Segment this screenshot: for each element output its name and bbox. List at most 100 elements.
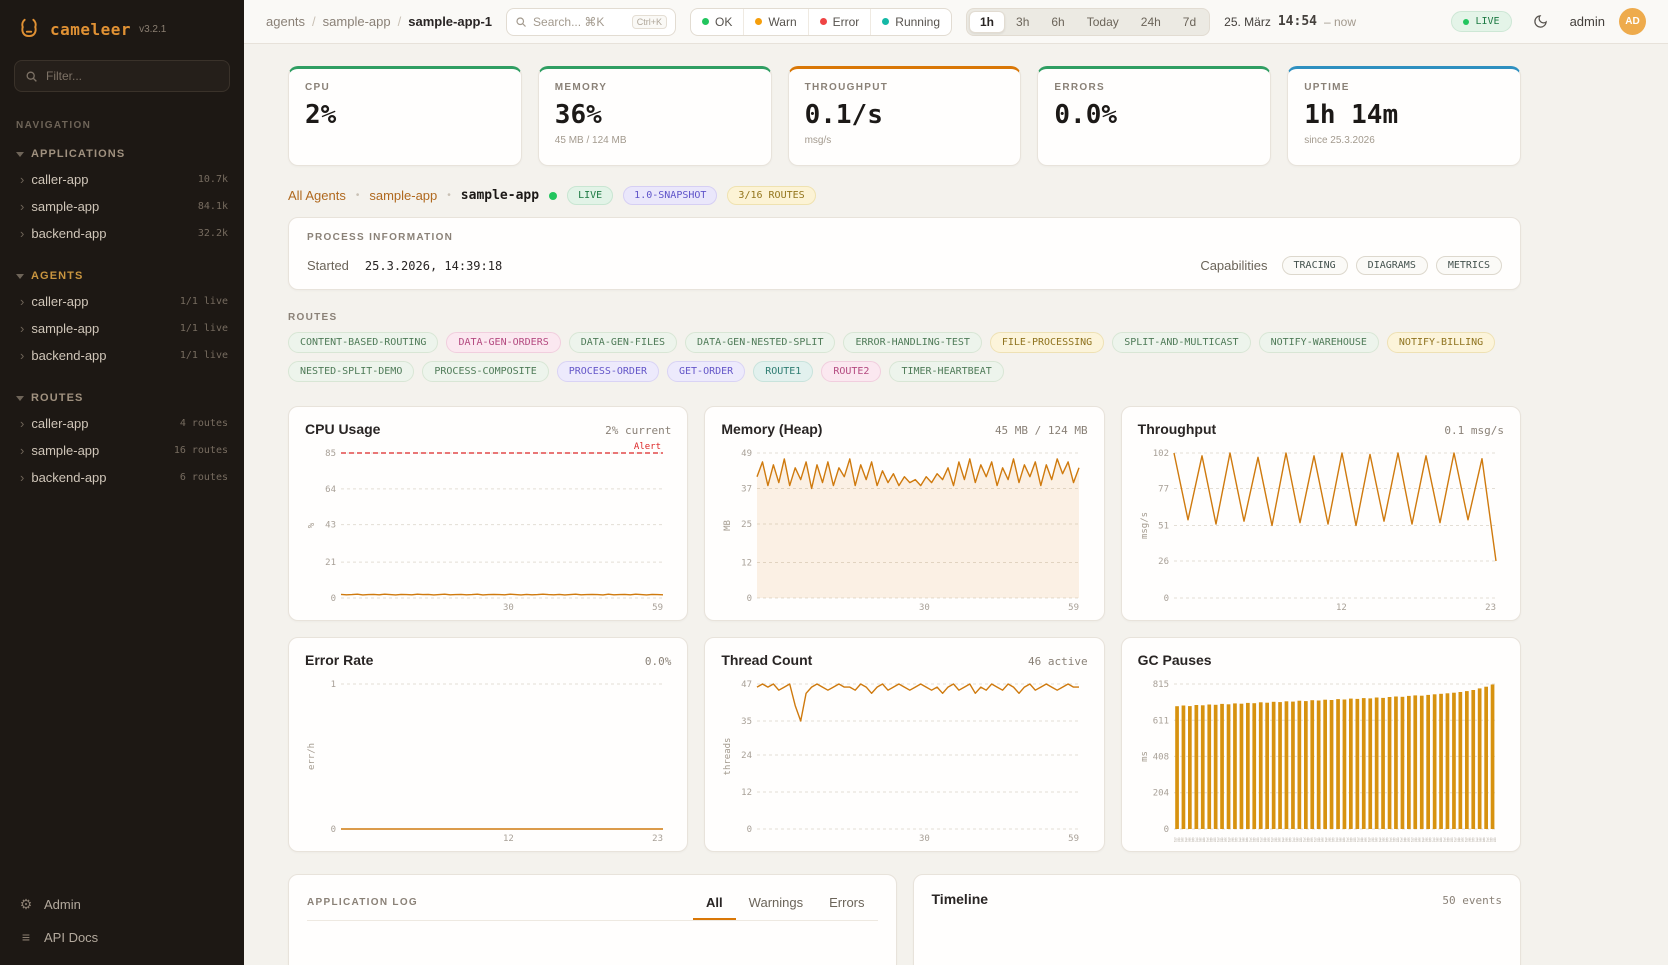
stat-sublabel: msg/s: [805, 135, 1005, 146]
global-search[interactable]: Search... ⌘K Ctrl+K: [506, 8, 676, 36]
status-filter-error[interactable]: Error: [808, 9, 871, 35]
breadcrumb-item-sample-app[interactable]: sample-app: [323, 14, 391, 29]
sidebar-item-caller-app[interactable]: ›caller-app1/1 live: [0, 288, 244, 315]
svg-text:threads: threads: [723, 738, 733, 776]
route-pill-route2[interactable]: ROUTE2: [821, 361, 881, 382]
route-pill-data-gen-orders[interactable]: DATA-GEN-ORDERS: [446, 332, 560, 353]
svg-text:59: 59: [1068, 834, 1079, 844]
sidebar-item-backend-app[interactable]: ›backend-app32.2k: [0, 220, 244, 247]
svg-text:59: 59: [652, 603, 663, 613]
sidebar-filter-input[interactable]: [46, 69, 219, 83]
log-tab-all[interactable]: All: [693, 889, 736, 920]
route-pill-data-gen-files[interactable]: DATA-GEN-FILES: [569, 332, 677, 353]
moon-icon: [1533, 14, 1548, 29]
live-indicator[interactable]: LIVE: [1451, 11, 1511, 32]
chevron-right-icon: ›: [20, 295, 24, 308]
breadcrumb-item-agents[interactable]: agents: [266, 14, 305, 29]
section-label: APPLICATIONS: [31, 148, 125, 160]
chevron-right-icon: ›: [20, 227, 24, 240]
route-pill-notify-billing[interactable]: NOTIFY-BILLING: [1387, 332, 1495, 353]
time-range-label: 25. März 14:54 – now: [1224, 14, 1356, 29]
time-range-3h[interactable]: 3h: [1005, 11, 1040, 33]
time-range-24h[interactable]: 24h: [1130, 11, 1172, 33]
route-pill-timer-heartbeat[interactable]: TIMER-HEARTBEAT: [889, 361, 1003, 382]
route-pill-nested-split-demo[interactable]: NESTED-SPLIT-DEMO: [288, 361, 414, 382]
svg-text:20:00:08 20:00:08 20:00:08 20:: 20:00:08 20:00:08 20:00:08 20:00:08 20:0…: [1174, 837, 1496, 844]
route-pill-data-gen-nested-split[interactable]: DATA-GEN-NESTED-SPLIT: [685, 332, 835, 353]
status-filter-group: OKWarnError Running: [690, 8, 952, 36]
svg-text:204: 204: [1152, 789, 1168, 799]
sidebar-section-routes: ROUTES ›caller-app4 routes›sample-app16 r…: [0, 385, 244, 491]
status-dot-icon: [755, 18, 762, 25]
sidebar-item-sample-app[interactable]: ›sample-app16 routes: [0, 437, 244, 464]
svg-text:MB: MB: [723, 520, 733, 531]
route-pill-split-and-multicast[interactable]: SPLIT-AND-MULTICAST: [1112, 332, 1250, 353]
log-tab-warnings[interactable]: Warnings: [736, 889, 816, 920]
agent-crumb-sample-app[interactable]: sample-app: [369, 188, 437, 203]
status-filter-label: Running: [895, 15, 940, 29]
sidebar-item-sample-app[interactable]: ›sample-app1/1 live: [0, 315, 244, 342]
svg-text:12: 12: [1336, 603, 1347, 613]
sidebar-api-docs[interactable]: ≡API Docs: [18, 929, 226, 945]
sidebar-item-backend-app[interactable]: ›backend-app1/1 live: [0, 342, 244, 369]
range-suffix: – now: [1324, 15, 1356, 29]
stat-value: 36%: [555, 100, 755, 130]
chart-current-value: 45 MB / 124 MB: [995, 424, 1088, 437]
caret-down-icon: [16, 152, 24, 157]
process-info-title: PROCESS INFORMATION: [307, 232, 1502, 243]
sidebar-footer-label: Admin: [44, 897, 81, 912]
timeline-title: Timeline: [932, 891, 989, 907]
section-label: ROUTES: [31, 392, 83, 404]
route-pill-content-based-routing[interactable]: CONTENT-BASED-ROUTING: [288, 332, 438, 353]
status-dot-icon: [820, 18, 827, 25]
svg-text:12: 12: [741, 558, 752, 568]
svg-text:47: 47: [741, 680, 752, 690]
status-filter-warn[interactable]: Warn: [743, 9, 807, 35]
time-range-today[interactable]: Today: [1076, 11, 1130, 33]
agent-current: sample-app: [461, 188, 539, 203]
chevron-right-icon: ›: [20, 349, 24, 362]
time-range-6h[interactable]: 6h: [1040, 11, 1075, 33]
agent-badge-1-0-snapshot: 1.0-SNAPSHOT: [623, 186, 717, 205]
sidebar: cameleer v3.2.1 NAVIGATION APPLICATIONS›…: [0, 0, 244, 965]
route-pill-process-composite[interactable]: PROCESS-COMPOSITE: [422, 361, 548, 382]
route-pill-route1[interactable]: ROUTE1: [753, 361, 813, 382]
theme-toggle[interactable]: [1526, 7, 1556, 37]
log-tab-errors[interactable]: Errors: [816, 889, 877, 920]
app-logo[interactable]: cameleer v3.2.1: [0, 0, 244, 54]
sidebar-item-caller-app[interactable]: ›caller-app10.7k: [0, 166, 244, 193]
avatar[interactable]: AD: [1619, 8, 1646, 35]
sidebar-item-backend-app[interactable]: ›backend-app6 routes: [0, 464, 244, 491]
time-range-7d[interactable]: 7d: [1172, 11, 1207, 33]
chevron-right-icon: ›: [20, 200, 24, 213]
process-information-card: PROCESS INFORMATION Started 25.3.2026, 1…: [288, 217, 1521, 290]
chart-title: CPU Usage: [305, 421, 380, 437]
time-range-1h[interactable]: 1h: [969, 11, 1005, 33]
search-placeholder: Search... ⌘K: [533, 15, 604, 29]
sidebar-item-sample-app[interactable]: ›sample-app84.1k: [0, 193, 244, 220]
section-header-agents[interactable]: AGENTS: [0, 263, 244, 288]
status-filter-ok[interactable]: OK: [691, 9, 743, 35]
svg-text:msg/s: msg/s: [1140, 512, 1150, 539]
time-text: 14:54: [1278, 14, 1317, 29]
agent-crumb-all-agents[interactable]: All Agents: [288, 188, 346, 203]
sidebar-item-caller-app[interactable]: ›caller-app4 routes: [0, 410, 244, 437]
camel-logo-icon: [16, 16, 42, 42]
breadcrumb-separator: /: [312, 14, 316, 29]
route-pill-file-processing[interactable]: FILE-PROCESSING: [990, 332, 1104, 353]
svg-text:12: 12: [741, 788, 752, 798]
route-pill-get-order[interactable]: GET-ORDER: [667, 361, 745, 382]
breadcrumb-item-sample-app-1: sample-app-1: [408, 14, 492, 29]
chart-card-memory-heap: Memory (Heap)45 MB / 124 MBMB01225374930…: [704, 406, 1104, 621]
route-pill-process-order[interactable]: PROCESS-ORDER: [557, 361, 659, 382]
svg-text:30: 30: [503, 603, 514, 613]
status-filter-running[interactable]: Running: [870, 9, 951, 35]
section-header-applications[interactable]: APPLICATIONS: [0, 141, 244, 166]
route-pill-notify-warehouse[interactable]: NOTIFY-WAREHOUSE: [1259, 332, 1379, 353]
section-header-routes[interactable]: ROUTES: [0, 385, 244, 410]
stat-value: 0.0%: [1054, 100, 1254, 130]
log-tabs: AllWarningsErrors: [693, 889, 877, 920]
sidebar-admin[interactable]: ⚙Admin: [18, 896, 226, 913]
svg-text:25: 25: [741, 520, 752, 530]
route-pill-error-handling-test[interactable]: ERROR-HANDLING-TEST: [843, 332, 981, 353]
